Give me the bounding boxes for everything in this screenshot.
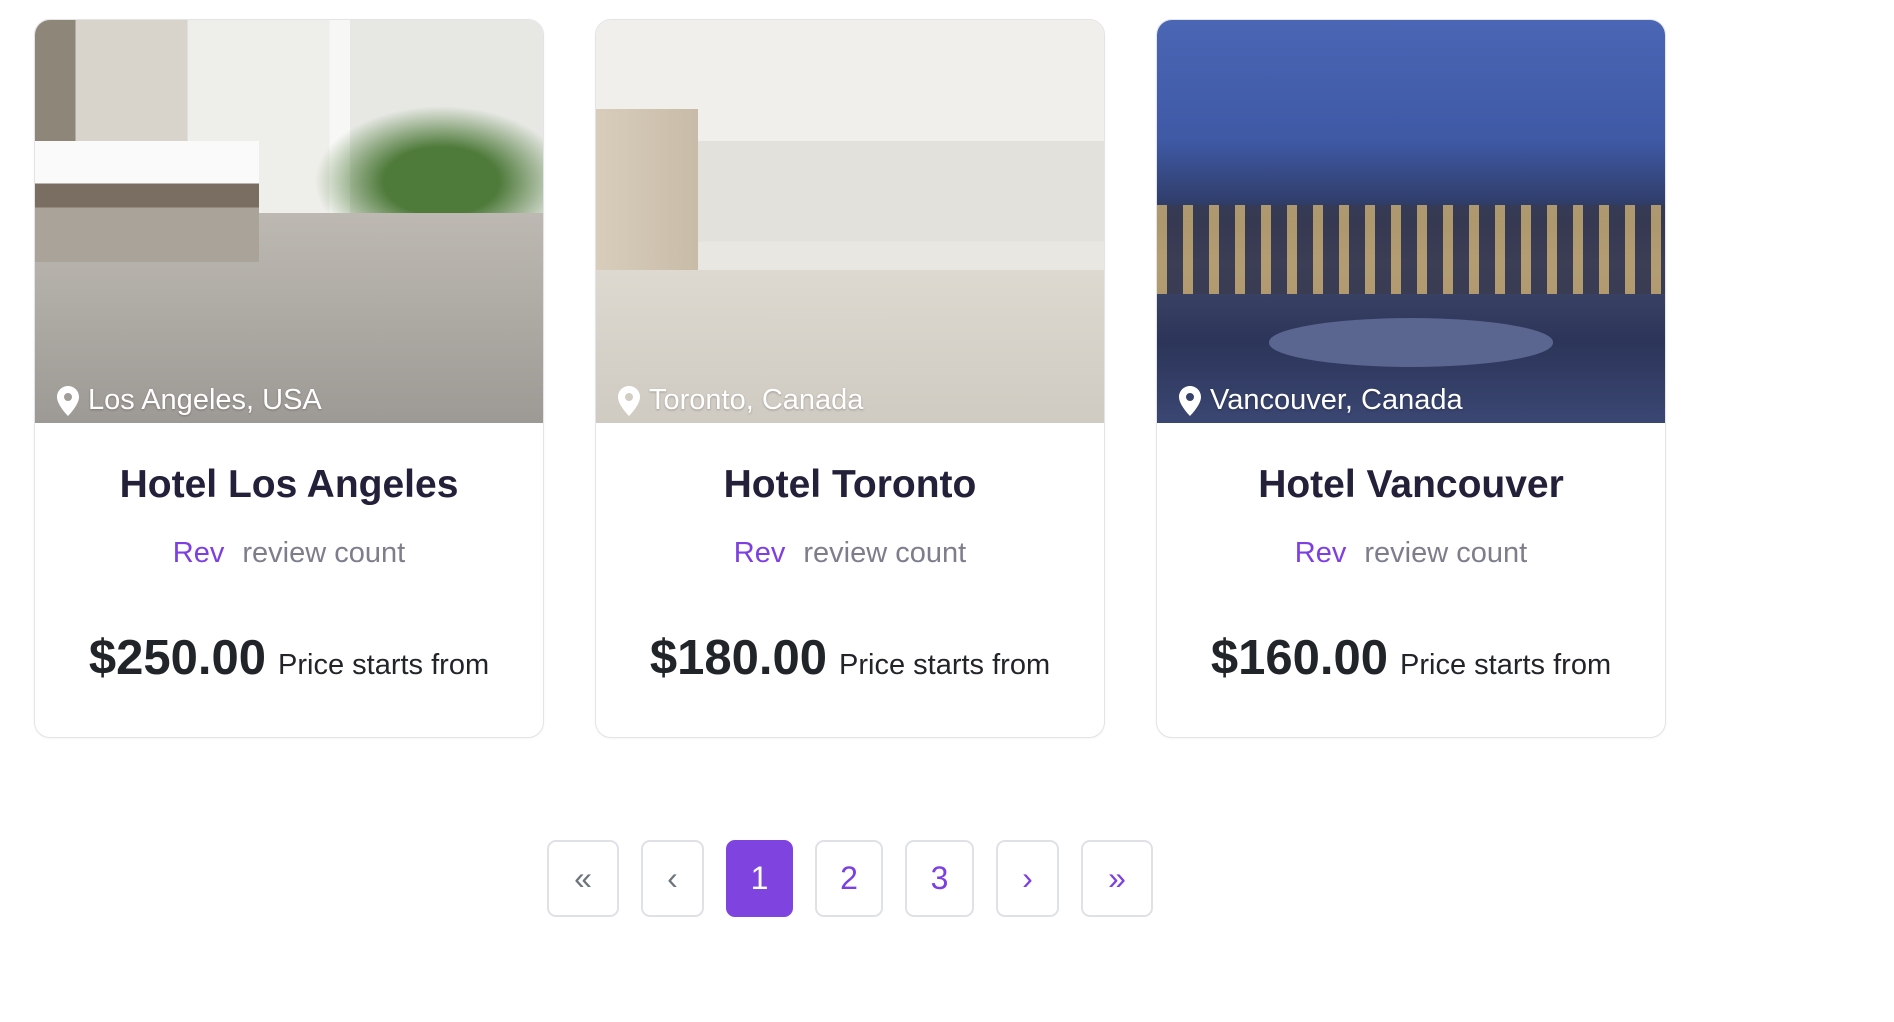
hotel-location: Vancouver, Canada: [1179, 384, 1463, 417]
hotel-card[interactable]: Vancouver, Canada Hotel Vancouver Rev rev…: [1156, 19, 1666, 738]
rating-label: Rev: [733, 537, 786, 569]
price-value: $250.00: [88, 631, 267, 685]
location-text: Toronto, Canada: [649, 384, 864, 416]
hotel-price: $180.00 Price starts from: [596, 630, 1104, 686]
page-3-button[interactable]: 3: [905, 840, 974, 917]
hotel-card[interactable]: Toronto, Canada Hotel Toronto Rev review …: [595, 19, 1105, 738]
hotel-price: $250.00 Price starts from: [35, 630, 543, 686]
price-label: Price starts from: [1400, 649, 1612, 681]
map-pin-icon: [618, 385, 640, 416]
hotel-image: Vancouver, Canada: [1157, 20, 1665, 423]
hotel-name[interactable]: Hotel Vancouver: [1157, 463, 1665, 507]
hotel-price: $160.00 Price starts from: [1157, 630, 1665, 686]
location-text: Vancouver, Canada: [1210, 384, 1463, 416]
hotel-reviews: Rev review count: [596, 537, 1104, 570]
last-page-button[interactable]: »: [1081, 840, 1153, 917]
location-text: Los Angeles, USA: [88, 384, 322, 416]
price-label: Price starts from: [278, 649, 490, 681]
price-value: $180.00: [649, 631, 828, 685]
next-page-button[interactable]: ›: [996, 840, 1059, 917]
map-pin-icon: [57, 385, 79, 416]
hotel-location: Toronto, Canada: [618, 384, 863, 417]
hotel-location: Los Angeles, USA: [57, 384, 322, 417]
hotel-reviews: Rev review count: [1157, 537, 1665, 570]
hotel-image: Los Angeles, USA: [35, 20, 543, 423]
pagination: « ‹ 1 2 3 › »: [34, 840, 1666, 917]
price-value: $160.00: [1210, 631, 1389, 685]
hotel-name[interactable]: Hotel Los Angeles: [35, 463, 543, 507]
hotel-name[interactable]: Hotel Toronto: [596, 463, 1104, 507]
rating-label: Rev: [172, 537, 225, 569]
rating-label: Rev: [1294, 537, 1347, 569]
hotel-list: Los Angeles, USA Hotel Los Angeles Rev re…: [34, 19, 1666, 738]
hotel-image: Toronto, Canada: [596, 20, 1104, 423]
review-count: review count: [1364, 537, 1528, 569]
hotel-reviews: Rev review count: [35, 537, 543, 570]
review-count: review count: [242, 537, 406, 569]
price-label: Price starts from: [839, 649, 1051, 681]
map-pin-icon: [1179, 385, 1201, 416]
previous-page-button[interactable]: ‹: [641, 840, 704, 917]
hotel-card[interactable]: Los Angeles, USA Hotel Los Angeles Rev re…: [34, 19, 544, 738]
first-page-button[interactable]: «: [547, 840, 619, 917]
page-2-button[interactable]: 2: [815, 840, 883, 917]
page-1-button[interactable]: 1: [726, 840, 793, 917]
review-count: review count: [803, 537, 967, 569]
